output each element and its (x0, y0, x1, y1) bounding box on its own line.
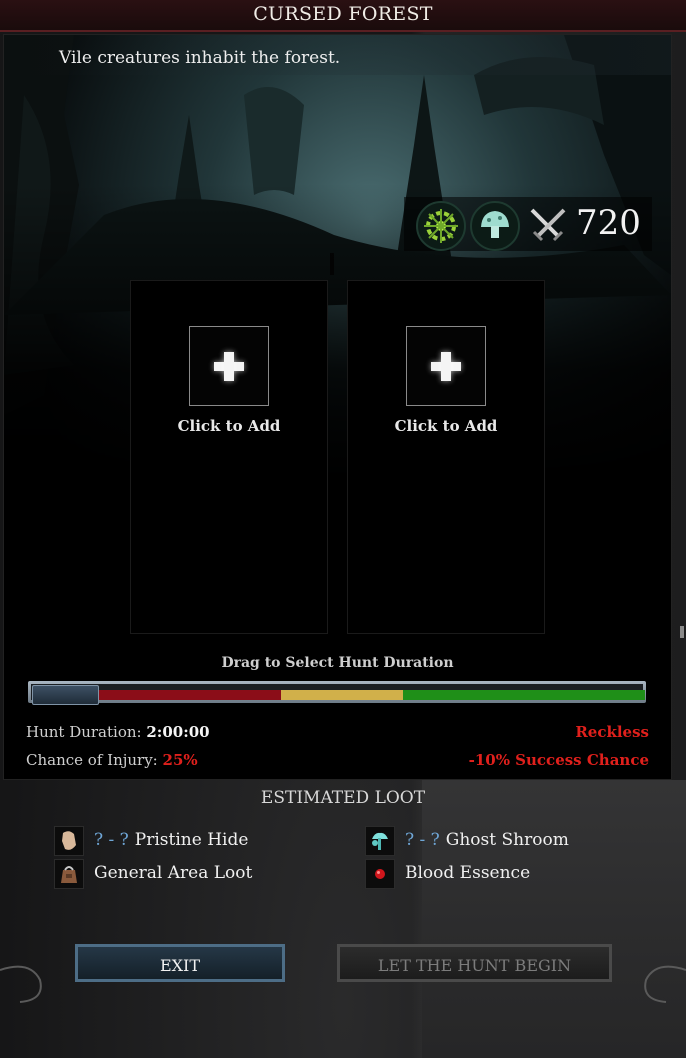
estimated-loot-heading: ESTIMATED LOOT (260, 788, 426, 808)
injury-chance-readout: Chance of Injury: 25% (26, 751, 198, 769)
safe-zone (403, 690, 645, 700)
injury-value: 25% (162, 751, 198, 769)
title-bar: CURSED FOREST (0, 0, 686, 32)
add-hunter-button[interactable] (406, 326, 486, 406)
crossed-swords-icon (528, 206, 568, 248)
loot-quantity: ? - ? (405, 830, 440, 850)
edge-marker (680, 626, 684, 638)
location-description: Vile creatures inhabit the forest. (59, 48, 341, 68)
ghost-shroom-icon (365, 826, 395, 856)
hunt-duration-slider[interactable] (28, 681, 646, 705)
add-hunter-button[interactable] (189, 326, 269, 406)
exit-button[interactable]: EXIT (75, 944, 285, 982)
loot-bag-icon (54, 859, 84, 889)
slot-label: Click to Add (177, 417, 281, 435)
slot-label: Click to Add (394, 417, 498, 435)
moderate-zone (281, 690, 403, 700)
slider-track (31, 684, 645, 705)
injury-label: Chance of Injury: (26, 751, 158, 769)
reckless-zone (99, 690, 281, 700)
duration-instruction: Drag to Select Hunt Duration (221, 655, 454, 671)
loot-name: Blood Essence (405, 863, 531, 883)
slider-handle[interactable] (32, 685, 99, 705)
requirements-panel: 720 (404, 197, 652, 251)
risk-level: Reckless (575, 723, 649, 741)
hunter-slot-2[interactable]: Click to Add (347, 280, 545, 634)
blood-essence-icon (365, 859, 395, 889)
loot-quantity: ? - ? (94, 830, 129, 850)
begin-hunt-button[interactable]: LET THE HUNT BEGIN (337, 944, 612, 982)
hunt-duration-value: 2:00:00 (146, 723, 210, 741)
mushroom-icon (470, 201, 520, 251)
window-title: CURSED FOREST (253, 3, 433, 25)
power-rating: 720 (576, 203, 641, 243)
loot-name: General Area Loot (94, 863, 253, 883)
hunter-slot-1[interactable]: Click to Add (130, 280, 328, 634)
loot-name: Ghost Shroom (445, 830, 569, 850)
gear-rune-icon (416, 201, 466, 251)
hunt-duration-label: Hunt Duration: (26, 723, 142, 741)
location-scene: Vile creatures inhabit the forest. 720 C… (3, 34, 672, 780)
hide-icon (54, 826, 84, 856)
hunt-duration-readout: Hunt Duration: 2:00:00 (26, 723, 210, 741)
loot-name: Pristine Hide (134, 830, 249, 850)
success-modifier: -10% Success Chance (468, 751, 649, 769)
